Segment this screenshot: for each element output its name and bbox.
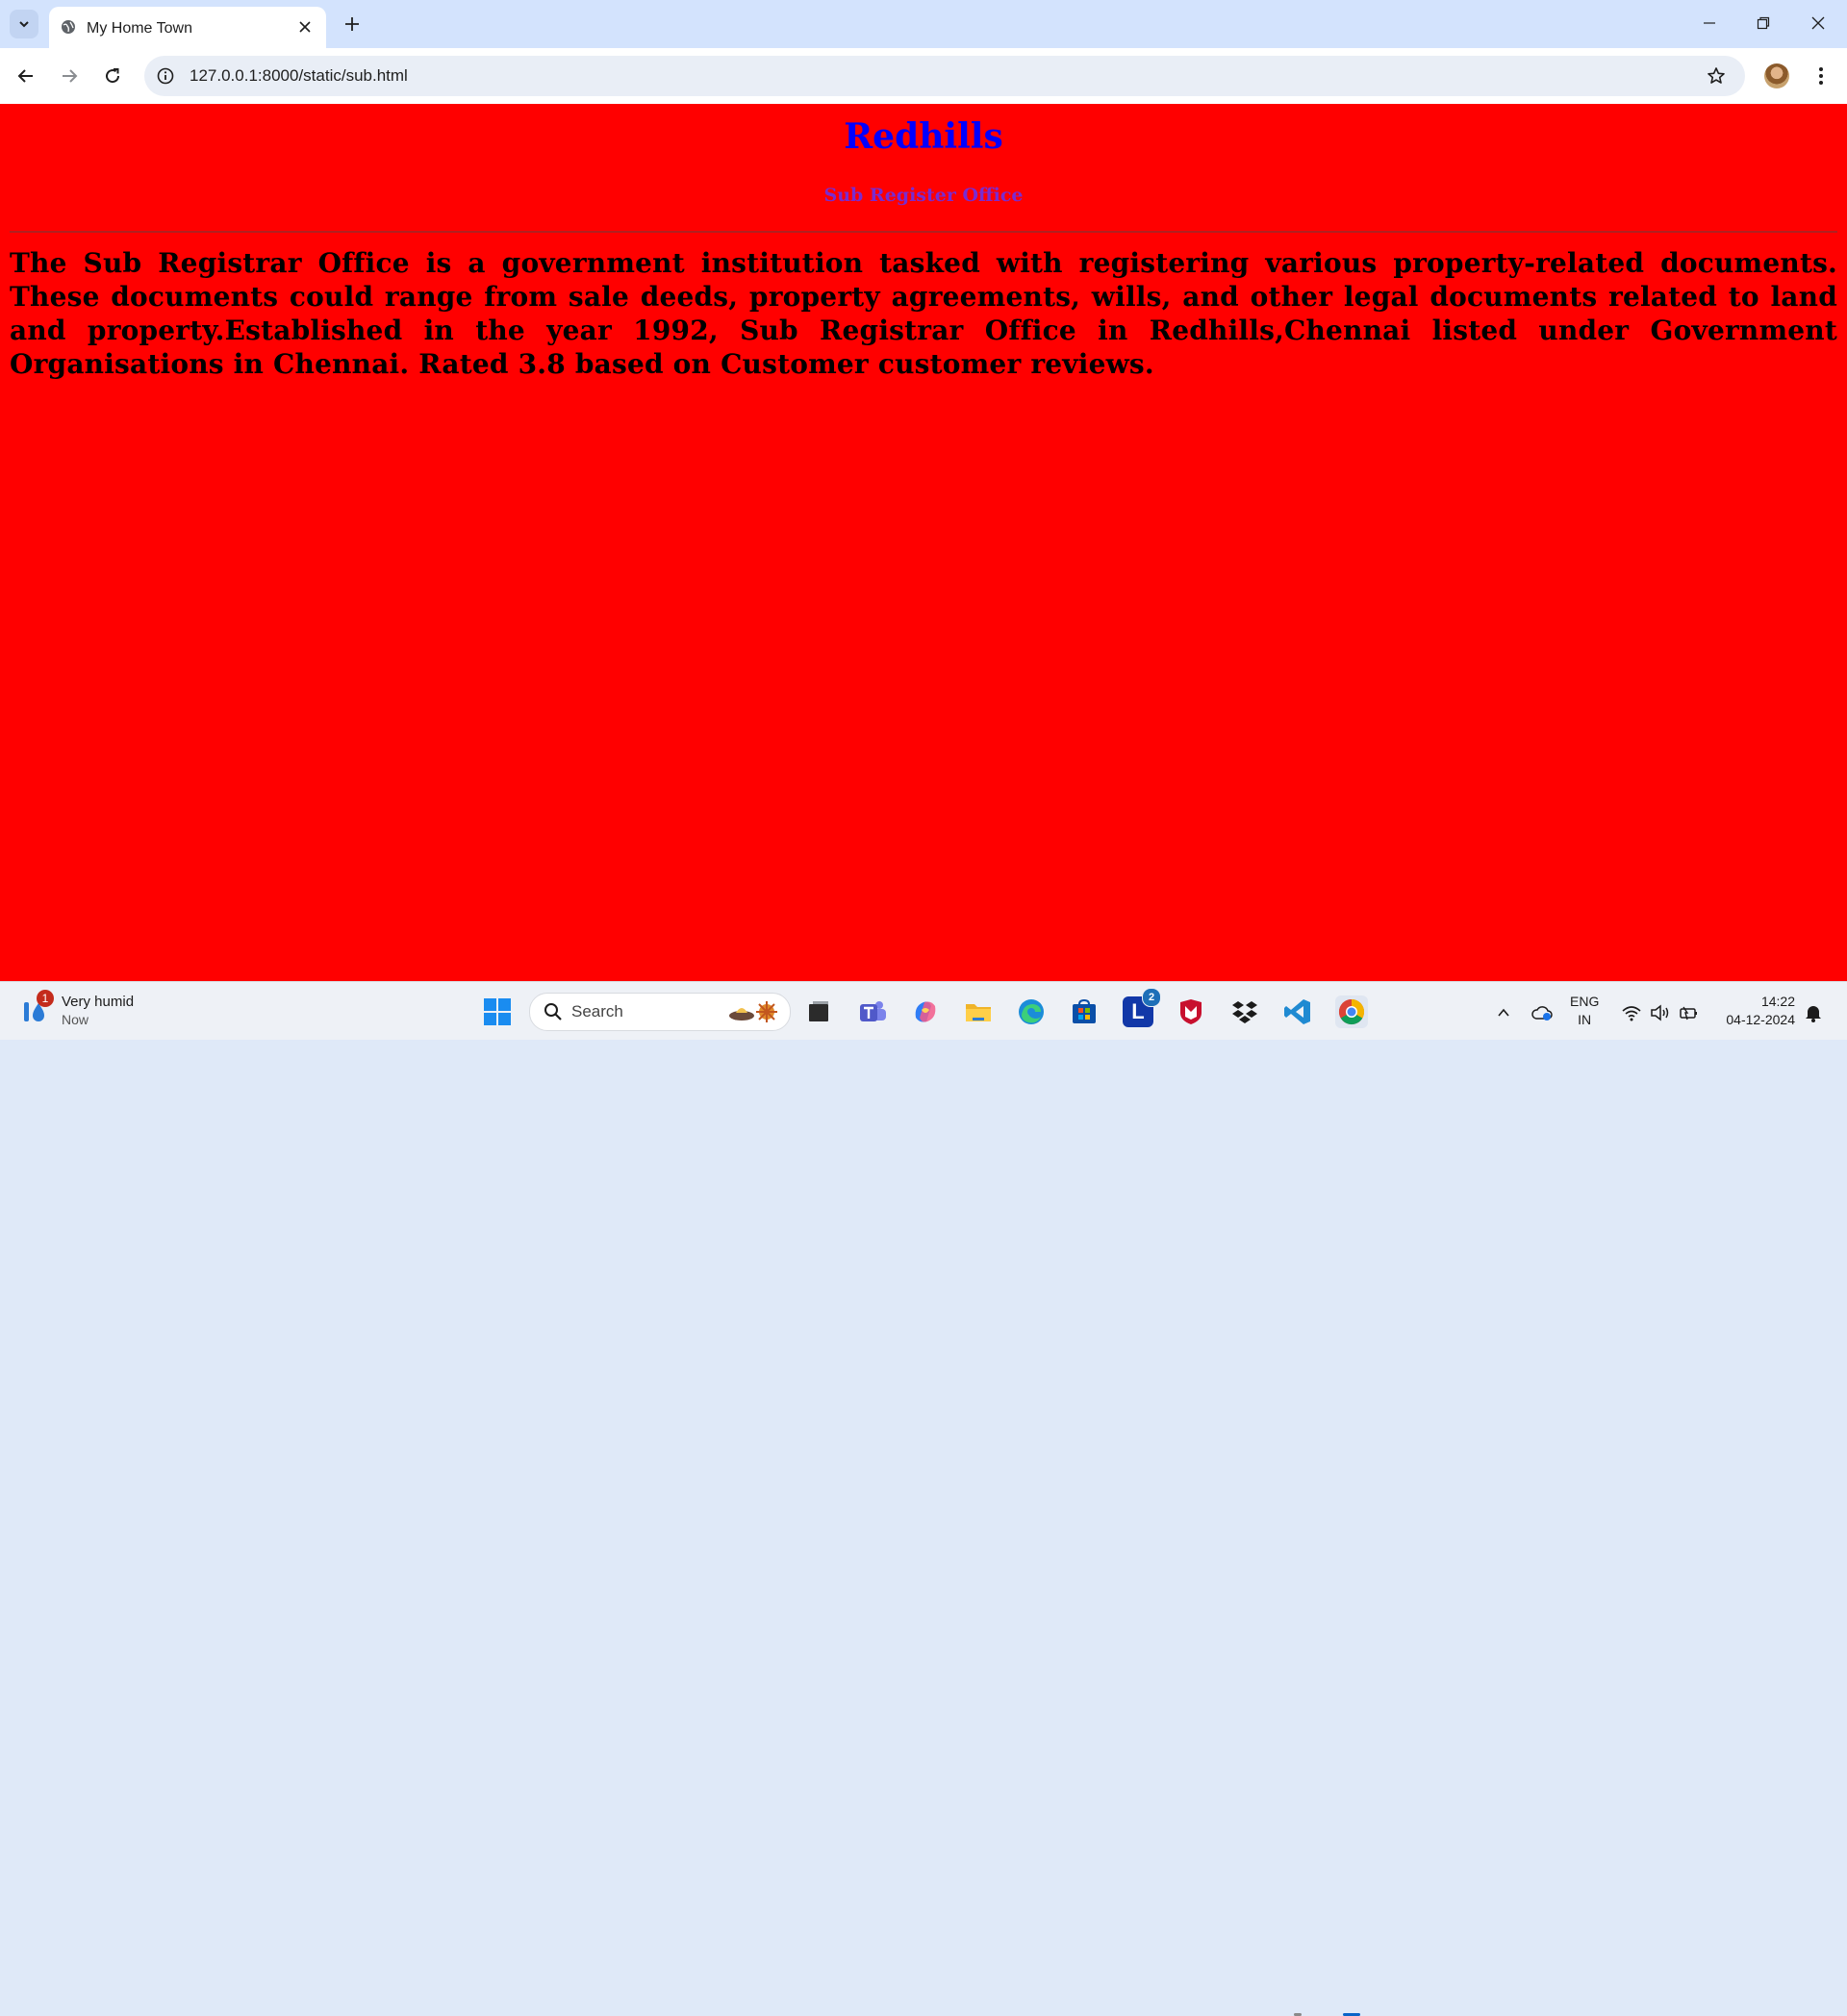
folder-icon[interactable] [963, 996, 994, 1027]
volume-tray-icon[interactable] [1649, 1001, 1672, 1024]
close-icon [299, 21, 311, 33]
tab-close-button[interactable] [295, 17, 315, 37]
l-app-badge: 2 [1142, 988, 1161, 1007]
more-vertical-icon [1819, 67, 1823, 85]
l-app-icon[interactable]: L 2 [1123, 988, 1161, 1027]
star-icon [1708, 67, 1725, 84]
tab-title: My Home Town [87, 20, 192, 37]
teams-logo-icon [860, 1001, 886, 1021]
dropbox-icon[interactable] [1229, 996, 1260, 1027]
back-button[interactable] [11, 61, 41, 91]
minimize-button[interactable] [1687, 8, 1732, 38]
battery-tray-icon[interactable] [1678, 1001, 1701, 1024]
search-label: Search [571, 1002, 623, 1021]
task-view-icon [809, 1001, 828, 1021]
horizontal-rule [10, 231, 1837, 233]
microsoft-store-icon[interactable] [1069, 996, 1100, 1027]
dropbox-logo-icon [1232, 1001, 1257, 1023]
active-tab[interactable]: My Home Town [49, 7, 326, 48]
new-tab-button[interactable] [339, 11, 366, 38]
vscode-icon[interactable] [1282, 996, 1313, 1027]
tab-search-button[interactable] [10, 10, 38, 38]
page-description: The Sub Registrar Office is a government… [10, 247, 1837, 380]
wifi-tray-icon[interactable] [1620, 1001, 1643, 1024]
address-bar[interactable]: 127.0.0.1:8000/static/sub.html [144, 56, 1745, 96]
page-title: Redhills [844, 116, 1003, 157]
url-text[interactable]: 127.0.0.1:8000/static/sub.html [190, 66, 408, 86]
restore-button[interactable] [1741, 8, 1785, 38]
cloud-icon [1531, 1006, 1553, 1021]
system-clock[interactable]: 14:22 04-12-2024 [1714, 993, 1795, 1029]
language-code: ENG [1570, 994, 1600, 1009]
vscode-logo-icon [1284, 999, 1310, 1024]
input-language-indicator[interactable]: ENG IN [1570, 993, 1599, 1029]
search-icon [544, 1003, 562, 1021]
windows-start-icon[interactable] [483, 997, 512, 1026]
wifi-icon [1622, 1006, 1641, 1021]
profile-avatar[interactable] [1764, 63, 1789, 88]
close-window-button[interactable] [1796, 8, 1840, 38]
arrow-right-icon [63, 69, 78, 83]
speaker-icon [1651, 1004, 1669, 1021]
bookmark-button[interactable] [1705, 64, 1728, 88]
close-icon [1811, 16, 1825, 30]
chevron-down-icon [19, 21, 29, 28]
clock-date: 04-12-2024 [1726, 1012, 1795, 1027]
onedrive-tray-icon[interactable] [1530, 1001, 1555, 1024]
mcafee-icon[interactable] [1176, 996, 1206, 1027]
minimize-icon [1704, 22, 1715, 24]
weather-time: Now [62, 1012, 89, 1027]
search-highlight-icon [729, 1001, 777, 1022]
folder-logo-icon [966, 1004, 991, 1021]
forward-button[interactable] [54, 61, 85, 91]
copilot-logo-icon [915, 1001, 936, 1022]
page-subtitle: Sub Register Office [823, 185, 1024, 206]
taskbar: 1 Very humid Now Search L 2 ENG IN 14:22… [0, 981, 1847, 2016]
notifications-button[interactable] [1803, 1001, 1824, 1024]
browser-menu-button[interactable] [1808, 61, 1834, 91]
taskbar-search-box[interactable]: Search [529, 993, 791, 1031]
page-viewport: Redhills Sub Register Office The Sub Reg… [0, 104, 1847, 981]
weather-condition: Very humid [62, 994, 135, 1010]
reload-button[interactable] [97, 61, 128, 91]
chrome-icon[interactable] [1335, 995, 1368, 1028]
edge-logo-icon [1019, 999, 1044, 1024]
arrow-left-icon [17, 69, 33, 83]
weather-notification-badge: 1 [37, 990, 54, 1007]
show-hidden-icons-button[interactable] [1493, 1001, 1514, 1024]
region-code: IN [1578, 1012, 1592, 1027]
globe-icon [62, 20, 75, 34]
chevron-up-icon [1498, 1008, 1509, 1017]
teams-icon[interactable] [857, 996, 888, 1027]
restore-icon [1757, 16, 1770, 30]
browser-toolbar: 127.0.0.1:8000/static/sub.html [0, 48, 1847, 104]
chrome-logo-icon [1338, 998, 1365, 1025]
edge-icon[interactable] [1016, 996, 1047, 1027]
plus-icon [345, 17, 359, 31]
copilot-icon[interactable] [910, 996, 941, 1027]
battery-charging-icon [1680, 1006, 1697, 1021]
tab-bar: My Home Town [0, 0, 1847, 48]
clock-time: 14:22 [1760, 994, 1795, 1009]
info-icon [157, 67, 174, 85]
weather-text: Very humid Now [62, 993, 134, 1029]
reload-icon [106, 68, 120, 84]
site-info-button[interactable] [154, 64, 177, 88]
store-logo-icon [1073, 998, 1096, 1023]
bell-icon [1806, 1006, 1821, 1022]
mcafee-shield-icon [1180, 999, 1202, 1024]
file-explorer-icon[interactable] [803, 996, 834, 1027]
